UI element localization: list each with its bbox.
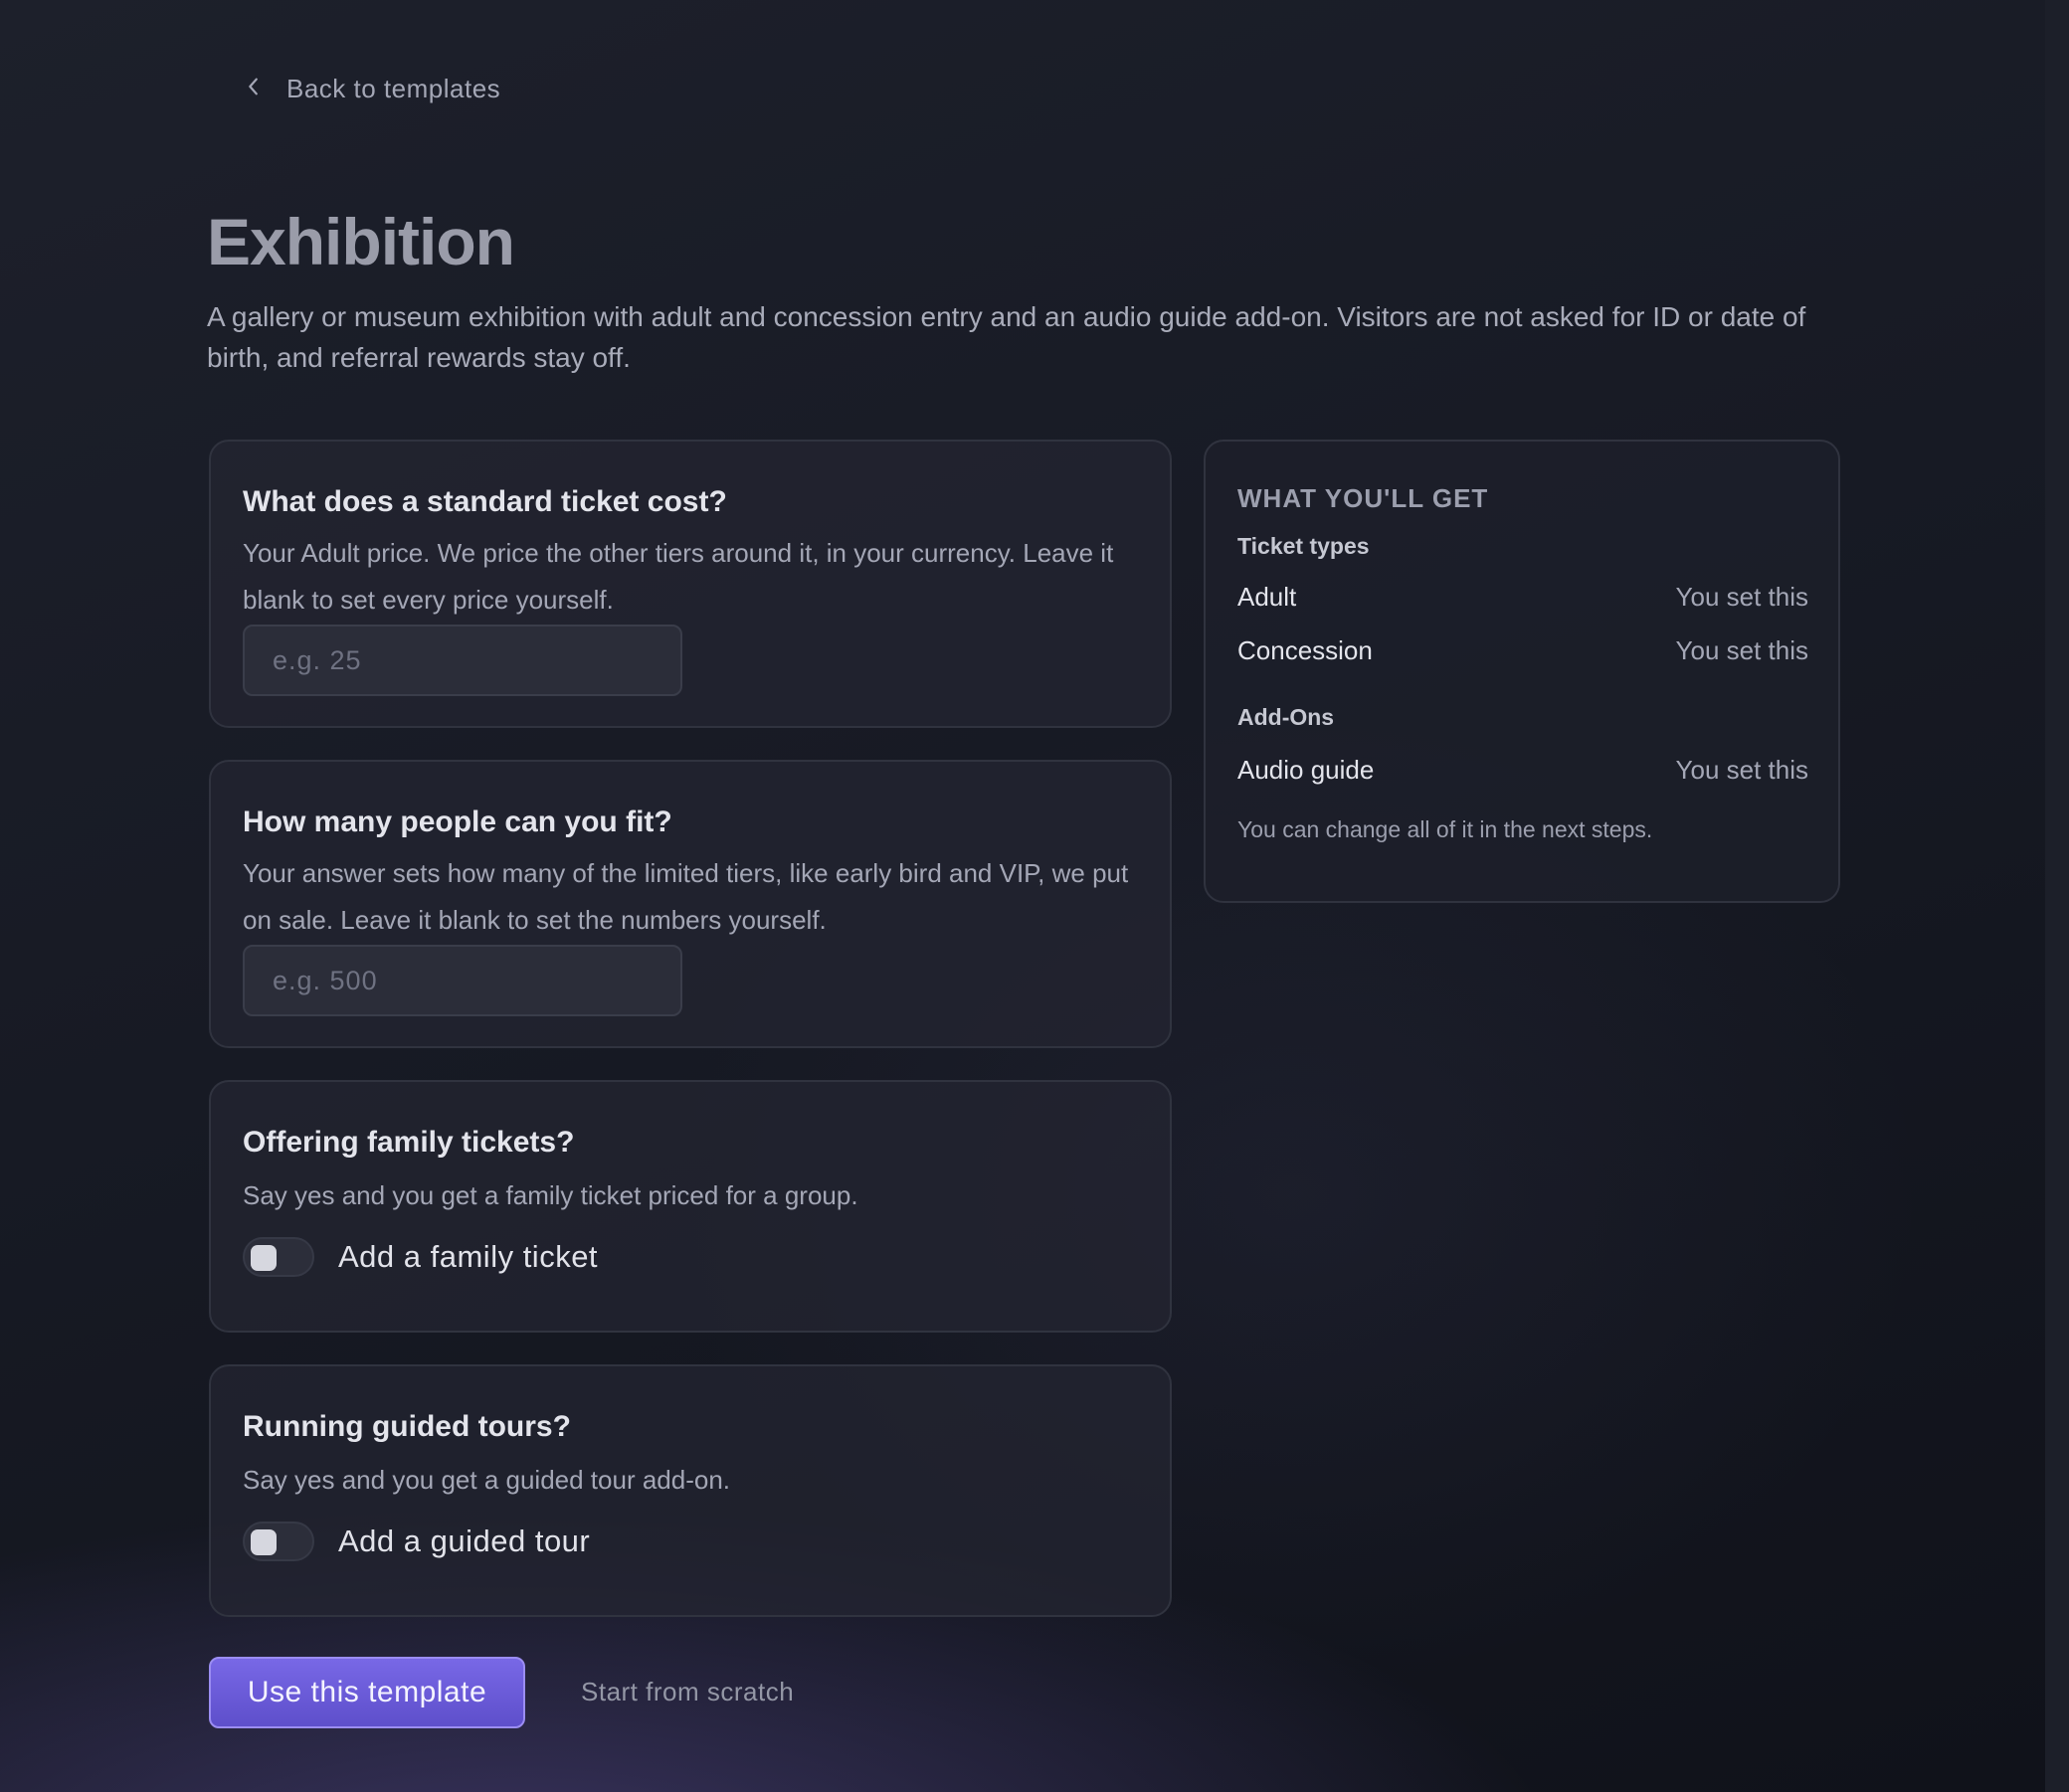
back-to-templates-link[interactable]: Back to templates bbox=[243, 74, 500, 104]
family-ticket-toggle[interactable] bbox=[243, 1237, 314, 1277]
ticket-types-label: Ticket types bbox=[1237, 533, 1370, 559]
summary-row-name: Concession bbox=[1237, 635, 1373, 665]
capacity-question: How many people can you fit? bbox=[243, 806, 672, 838]
summary-note: You can change all of it in the next ste… bbox=[1237, 816, 1653, 842]
tours-question: Running guided tours? bbox=[243, 1410, 571, 1443]
guided-tour-toggle[interactable] bbox=[243, 1522, 314, 1561]
capacity-question-card: How many people can you fit? Your answer… bbox=[209, 760, 1172, 1048]
addons-label: Add-Ons bbox=[1237, 704, 1335, 730]
chevron-left-icon bbox=[243, 74, 265, 104]
price-help-text: Your Adult price. We price the other tie… bbox=[243, 538, 1114, 615]
price-question-card: What does a standard ticket cost? Your A… bbox=[209, 440, 1172, 728]
page-description: A gallery or museum exhibition with adul… bbox=[207, 301, 1806, 373]
capacity-input[interactable] bbox=[243, 945, 682, 1016]
summary-row: Adult You set this bbox=[1237, 582, 1808, 613]
summary-row-name: Audio guide bbox=[1237, 755, 1375, 785]
price-question: What does a standard ticket cost? bbox=[243, 485, 727, 518]
start-from-scratch-link[interactable]: Start from scratch bbox=[581, 1677, 794, 1707]
family-question-card: Offering family tickets? Say yes and you… bbox=[209, 1080, 1172, 1333]
family-ticket-toggle-label: Add a family ticket bbox=[338, 1239, 599, 1274]
guided-tour-toggle-row[interactable]: Add a guided tour bbox=[243, 1522, 590, 1561]
family-question: Offering family tickets? bbox=[243, 1126, 575, 1159]
summary-card: WHAT YOU'LL GET Ticket types Adult You s… bbox=[1204, 440, 1840, 903]
summary-row-name: Adult bbox=[1237, 582, 1297, 612]
summary-row: Audio guide You set this bbox=[1237, 755, 1808, 786]
scrollbar-track[interactable] bbox=[2045, 0, 2069, 1792]
page-title: Exhibition bbox=[207, 205, 515, 278]
summary-row: Concession You set this bbox=[1237, 635, 1808, 666]
family-help-text: Say yes and you get a family ticket pric… bbox=[243, 1180, 858, 1210]
template-setup-page: Back to templates Exhibition A gallery o… bbox=[0, 0, 2045, 1792]
toggle-knob bbox=[251, 1529, 277, 1555]
back-link-label: Back to templates bbox=[286, 74, 501, 103]
summary-row-value: You set this bbox=[1675, 582, 1808, 612]
tours-question-card: Running guided tours? Say yes and you ge… bbox=[209, 1364, 1172, 1617]
summary-heading: WHAT YOU'LL GET bbox=[1237, 483, 1489, 513]
tours-help-text: Say yes and you get a guided tour add-on… bbox=[243, 1465, 731, 1495]
family-ticket-toggle-row[interactable]: Add a family ticket bbox=[243, 1237, 598, 1277]
summary-row-value: You set this bbox=[1675, 755, 1808, 785]
standard-price-input[interactable] bbox=[243, 625, 682, 696]
capacity-help-text: Your answer sets how many of the limited… bbox=[243, 858, 1129, 935]
use-template-button[interactable]: Use this template bbox=[209, 1657, 525, 1728]
summary-row-value: You set this bbox=[1675, 635, 1808, 665]
guided-tour-toggle-label: Add a guided tour bbox=[338, 1523, 591, 1558]
toggle-knob bbox=[251, 1245, 277, 1271]
